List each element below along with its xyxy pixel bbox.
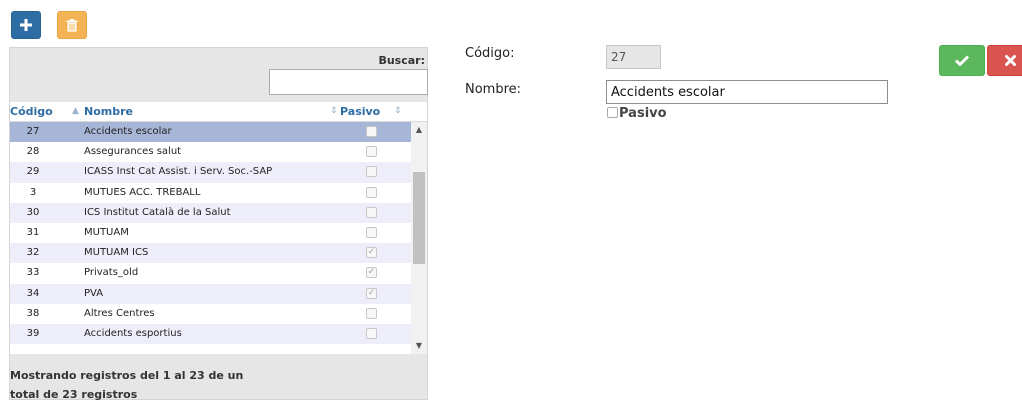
codigo-field (606, 45, 661, 69)
sort-asc-icon[interactable]: ▲ (72, 106, 79, 116)
nombre-field[interactable] (606, 80, 888, 104)
table-info: Mostrando registros del 1 al 23 de un to… (10, 366, 280, 404)
vertical-scrollbar[interactable]: ▲ ▼ (411, 122, 427, 354)
delete-button[interactable] (57, 11, 87, 39)
cell-codigo: 33 (26, 267, 40, 279)
cancel-button[interactable] (987, 45, 1022, 76)
cell-nombre: Accidents esportius (84, 327, 182, 339)
table-row[interactable]: 3 MUTUES ACC. TREBALL (10, 182, 411, 203)
cell-nombre: Privats_old (84, 267, 139, 279)
cell-nombre: ICS Institut Català de la Salut (84, 206, 231, 218)
nombre-label: Nombre: (465, 82, 522, 97)
cell-nombre: MUTUAM ICS (84, 247, 149, 259)
pasivo-checkbox: ✓ (366, 287, 377, 299)
table-row[interactable]: 29 ICASS Inst Cat Assist. i Serv. Soc.-S… (10, 162, 411, 183)
cell-nombre: MUTUAM (84, 226, 129, 238)
pasivo-checkbox: ✓ (366, 267, 377, 279)
cell-nombre: PVA (84, 287, 104, 299)
cell-nombre: ICASS Inst Cat Assist. i Serv. Soc.-SAP (84, 166, 273, 178)
cell-codigo: 29 (26, 166, 40, 178)
pasivo-checkbox (366, 146, 377, 158)
save-button[interactable] (939, 45, 985, 76)
pasivo-checkbox[interactable] (607, 107, 618, 118)
cell-nombre: Accidents escolar (84, 126, 172, 137)
scroll-thumb[interactable] (413, 172, 425, 264)
scroll-up-icon[interactable]: ▲ (411, 122, 427, 138)
pasivo-checkbox (366, 166, 377, 178)
cell-codigo: 38 (26, 307, 40, 319)
table-row[interactable]: 28 Assegurances salut (10, 142, 411, 163)
table-row[interactable]: 31 MUTUAM (10, 222, 411, 244)
cell-nombre: MUTUES ACC. TREBALL (84, 186, 201, 198)
cell-codigo: 32 (26, 247, 40, 259)
table-row[interactable]: 33 Privats_old ✓ (10, 263, 411, 284)
cell-nombre: Assegurances salut (84, 146, 182, 158)
cell-codigo: 39 (26, 327, 40, 339)
cell-codigo: 31 (26, 226, 40, 238)
table-row[interactable]: 34 PVA ✓ (10, 283, 411, 304)
check-icon (955, 55, 969, 66)
table-row[interactable]: 38 Altres Centres (10, 303, 411, 324)
cell-codigo: 28 (26, 146, 40, 158)
add-button[interactable] (11, 11, 41, 39)
table-info-line2: total de 23 registros (10, 388, 138, 401)
column-header-nombre[interactable]: Nombre (84, 105, 133, 118)
search-input[interactable] (269, 69, 428, 95)
table-row[interactable]: 27 Accidents escolar (10, 122, 411, 143)
pasivo-checkbox (366, 226, 377, 238)
pasivo-checkbox (366, 307, 377, 319)
pasivo-label: Pasivo (619, 106, 667, 121)
cell-codigo: 30 (26, 206, 40, 218)
pasivo-checkbox (366, 206, 377, 218)
pasivo-checkbox (366, 186, 377, 198)
sort-both-icon[interactable]: ⇕ (394, 106, 402, 116)
table-row[interactable]: 32 MUTUAM ICS ✓ (10, 243, 411, 264)
plus-icon (20, 19, 32, 31)
table-header: Código ▲ Nombre ⇕ Pasivo ⇕ (10, 102, 427, 122)
cell-codigo: 27 (26, 126, 40, 137)
column-header-pasivo[interactable]: Pasivo (340, 105, 380, 118)
pasivo-checkbox: ✓ (366, 247, 377, 259)
codigo-label: Código: (465, 46, 515, 61)
trash-icon (66, 18, 78, 32)
search-label: Buscar: (378, 54, 425, 67)
pasivo-checkbox (366, 327, 377, 339)
cell-codigo: 34 (26, 287, 40, 299)
records-grid: Buscar: Código ▲ Nombre ⇕ Pasivo ⇕ 27 Ac… (9, 47, 428, 401)
cell-codigo: 3 (29, 186, 37, 198)
scroll-down-icon[interactable]: ▼ (411, 338, 427, 354)
column-header-codigo[interactable]: Código (10, 105, 53, 118)
table-row[interactable]: 39 Accidents esportius (10, 323, 411, 345)
close-icon (1004, 55, 1016, 66)
table-info-line1: Mostrando registros del 1 al 23 de un (10, 369, 244, 382)
pasivo-checkbox (366, 126, 377, 137)
table-row[interactable]: 30 ICS Institut Català de la Salut (10, 202, 411, 223)
sort-both-icon[interactable]: ⇕ (330, 106, 338, 116)
table-body: 27 Accidents escolar 28 Assegurances sal… (10, 122, 411, 354)
cell-nombre: Altres Centres (84, 307, 155, 319)
